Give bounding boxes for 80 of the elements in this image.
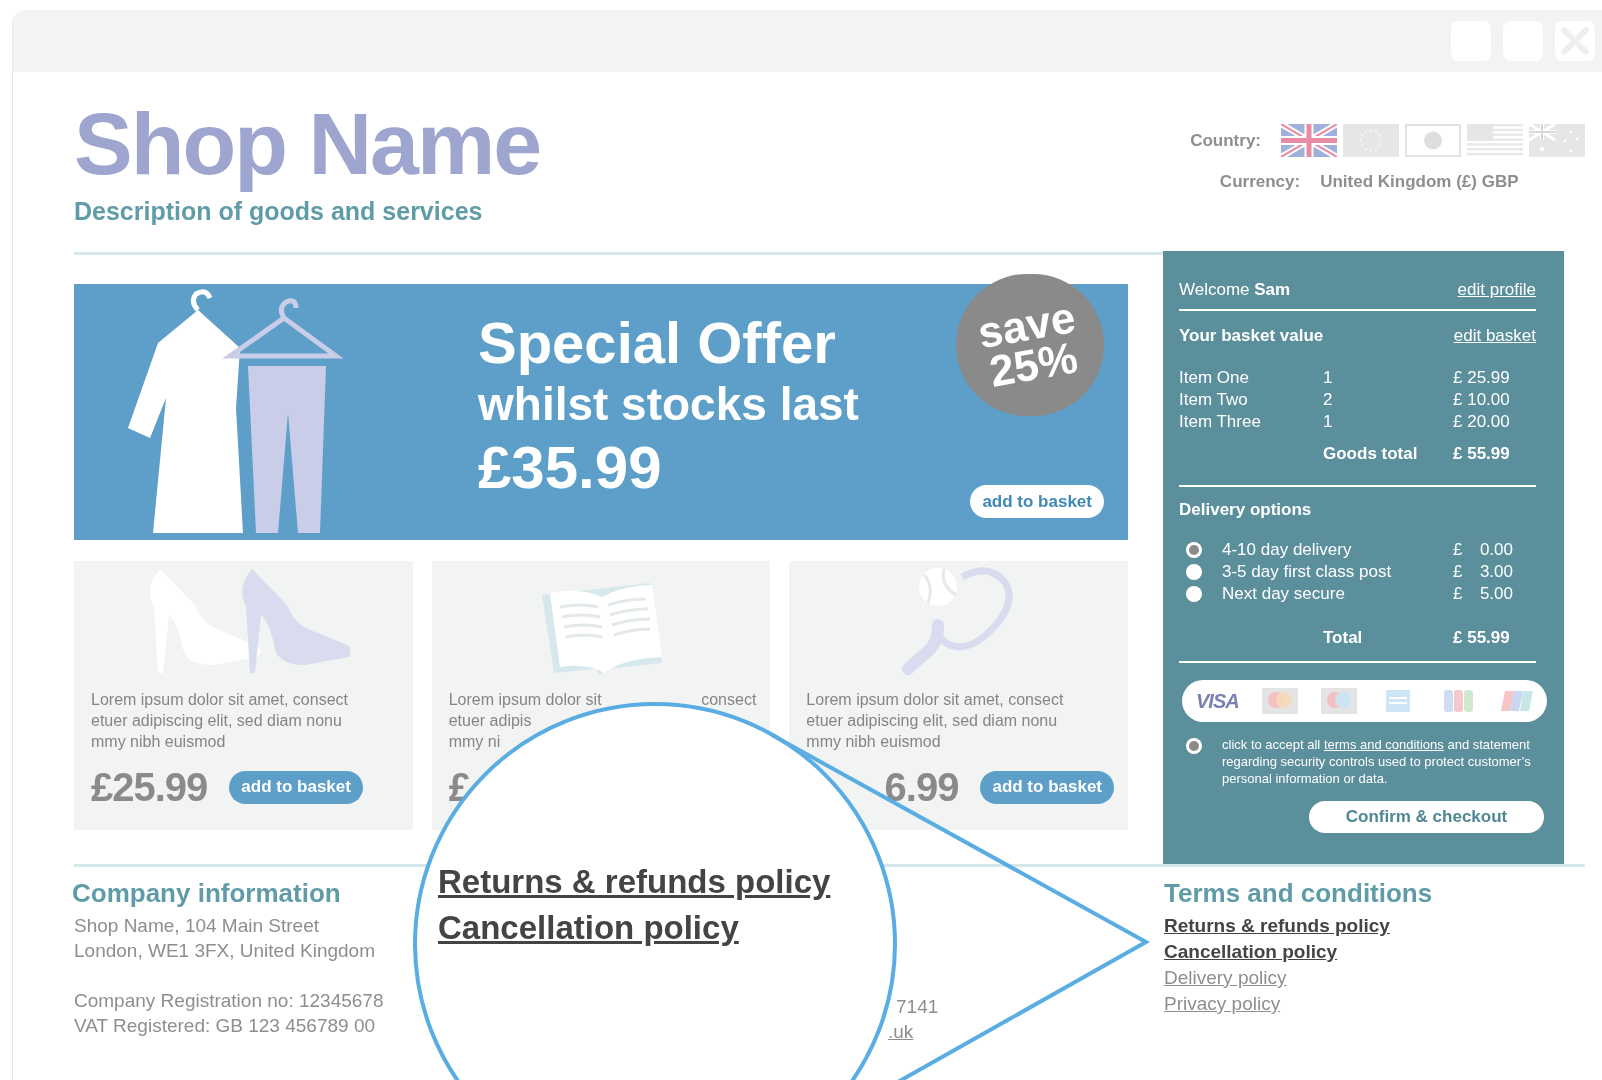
- company-info-text: VAT Registered: GB 123 456789 00: [74, 1014, 376, 1038]
- shop-name: Shop Name: [74, 96, 541, 192]
- total-value: £ 55.99: [1453, 627, 1511, 649]
- flag-icon[interactable]: [1343, 124, 1399, 157]
- offer-subtitle: whilst stocks last: [478, 377, 859, 432]
- product-description: Lorem ipsum dolor sit: [448, 690, 602, 710]
- basket-item-name: Item Three: [1179, 411, 1262, 433]
- currency-label: Currency:: [1218, 171, 1301, 193]
- edit-profile-link[interactable]: edit profile: [1457, 279, 1536, 301]
- radio-button[interactable]: [1186, 586, 1202, 602]
- add-to-basket-button[interactable]: add to basket: [980, 770, 1114, 804]
- card-logo: [1261, 688, 1298, 714]
- magnified-policy-link[interactable]: Returns & refunds policy: [438, 862, 831, 902]
- currency-symbol: £: [1453, 583, 1464, 605]
- delivery-option-label: 3-5 day first class post: [1222, 561, 1393, 583]
- basket-item-quantity: 1: [1323, 411, 1334, 433]
- basket-title: Your basket value: [1179, 325, 1324, 347]
- flag-icon[interactable]: [1467, 124, 1523, 157]
- delivery-price: 3.00: [1478, 561, 1513, 583]
- total-label: Total: [1323, 627, 1364, 649]
- delivery-option-label: 4-10 day delivery: [1222, 539, 1353, 561]
- policy-link[interactable]: Cancellation policy: [1164, 939, 1338, 965]
- currency-symbol: £: [1453, 561, 1464, 583]
- company-info-text: Company Registration no: 12345678: [74, 989, 384, 1013]
- card-logo: VISA: [1196, 689, 1239, 714]
- country-label: Country:: [1190, 129, 1261, 152]
- goods-total-value: £ 55.99: [1453, 443, 1511, 465]
- add-to-basket-button[interactable]: add to basket: [229, 770, 363, 804]
- flag-icon[interactable]: [1529, 124, 1585, 157]
- terms-link[interactable]: terms and conditions: [1323, 737, 1444, 752]
- checkout-button[interactable]: Confirm & checkout: [1309, 801, 1544, 833]
- product-description: etuer adipiscing elit, sed diam nonu: [806, 711, 1058, 731]
- radio-button[interactable]: [1186, 738, 1202, 754]
- magnified-policy-link[interactable]: Cancellation policy: [438, 908, 739, 948]
- product-description: etuer adipiscing elit, sed diam nonu: [91, 711, 342, 731]
- delivery-price: 5.00: [1478, 583, 1513, 605]
- welcome-text: Welcome Sam: [1179, 279, 1291, 301]
- product-description: mmy ni: [448, 732, 501, 752]
- contact-text: 7141: [896, 995, 939, 1019]
- radio-button[interactable]: [1186, 542, 1202, 558]
- product-description: Lorem ipsum dolor sit amet, consect: [91, 690, 348, 710]
- basket-item-quantity: 1: [1323, 367, 1334, 389]
- product-description: mmy nibh euismod: [806, 732, 941, 752]
- offer-price: £35.99: [478, 433, 663, 503]
- company-info-text: London, WE1 3FX, United Kingdom: [74, 939, 375, 963]
- delivery-price: 0.00: [1478, 539, 1513, 561]
- terms-statement: click to accept all terms and conditions and statement regarding security controls used to protect customer’s personal information or data.: [1222, 736, 1532, 787]
- company-info-text: Shop Name, 104 Main Street: [74, 914, 320, 938]
- terms-title: Terms and conditions: [1164, 877, 1433, 909]
- offer-title: Special Offer: [478, 310, 837, 376]
- currency-value: United Kingdom (£) GBP: [1320, 171, 1519, 193]
- basket-item-price: £ 10.00: [1453, 389, 1511, 411]
- basket-item-quantity: 2: [1323, 389, 1334, 411]
- product-price: £25.99: [91, 764, 208, 810]
- flag-icon[interactable]: [1281, 124, 1337, 157]
- shop-description: Description of goods and services: [74, 196, 484, 226]
- basket-item-price: £ 25.99: [1453, 367, 1511, 389]
- basket-item-price: £ 20.00: [1453, 411, 1511, 433]
- product-description: Lorem ipsum dolor sit amet, consect: [806, 690, 1064, 710]
- currency-symbol: £: [1453, 539, 1464, 561]
- basket-item-name: Item Two: [1179, 389, 1249, 411]
- delivery-option-label: Next day secure: [1222, 583, 1346, 605]
- radio-button[interactable]: [1186, 564, 1202, 580]
- edit-basket-link[interactable]: edit basket: [1453, 325, 1536, 347]
- company-info-title: Company information: [72, 877, 341, 909]
- card-logo: [1321, 688, 1358, 714]
- delivery-options-title: Delivery options: [1179, 499, 1313, 521]
- add-to-basket-button[interactable]: add to basket: [970, 485, 1104, 518]
- card-logo: [1498, 688, 1535, 714]
- goods-total-label: Goods total: [1323, 443, 1419, 465]
- policy-link[interactable]: Delivery policy: [1164, 965, 1287, 991]
- product-description: mmy nibh euismod: [91, 732, 226, 752]
- product-description: consect: [701, 690, 757, 710]
- contact-link[interactable]: .uk: [888, 1019, 914, 1044]
- product-description: etuer adipis: [448, 711, 532, 731]
- policy-link[interactable]: Returns & refunds policy: [1164, 913, 1390, 939]
- product-price: 6.99: [884, 764, 959, 810]
- basket-item-name: Item One: [1179, 367, 1250, 389]
- save-badge: save 25%: [956, 274, 1104, 416]
- policy-link[interactable]: Privacy policy: [1164, 991, 1281, 1017]
